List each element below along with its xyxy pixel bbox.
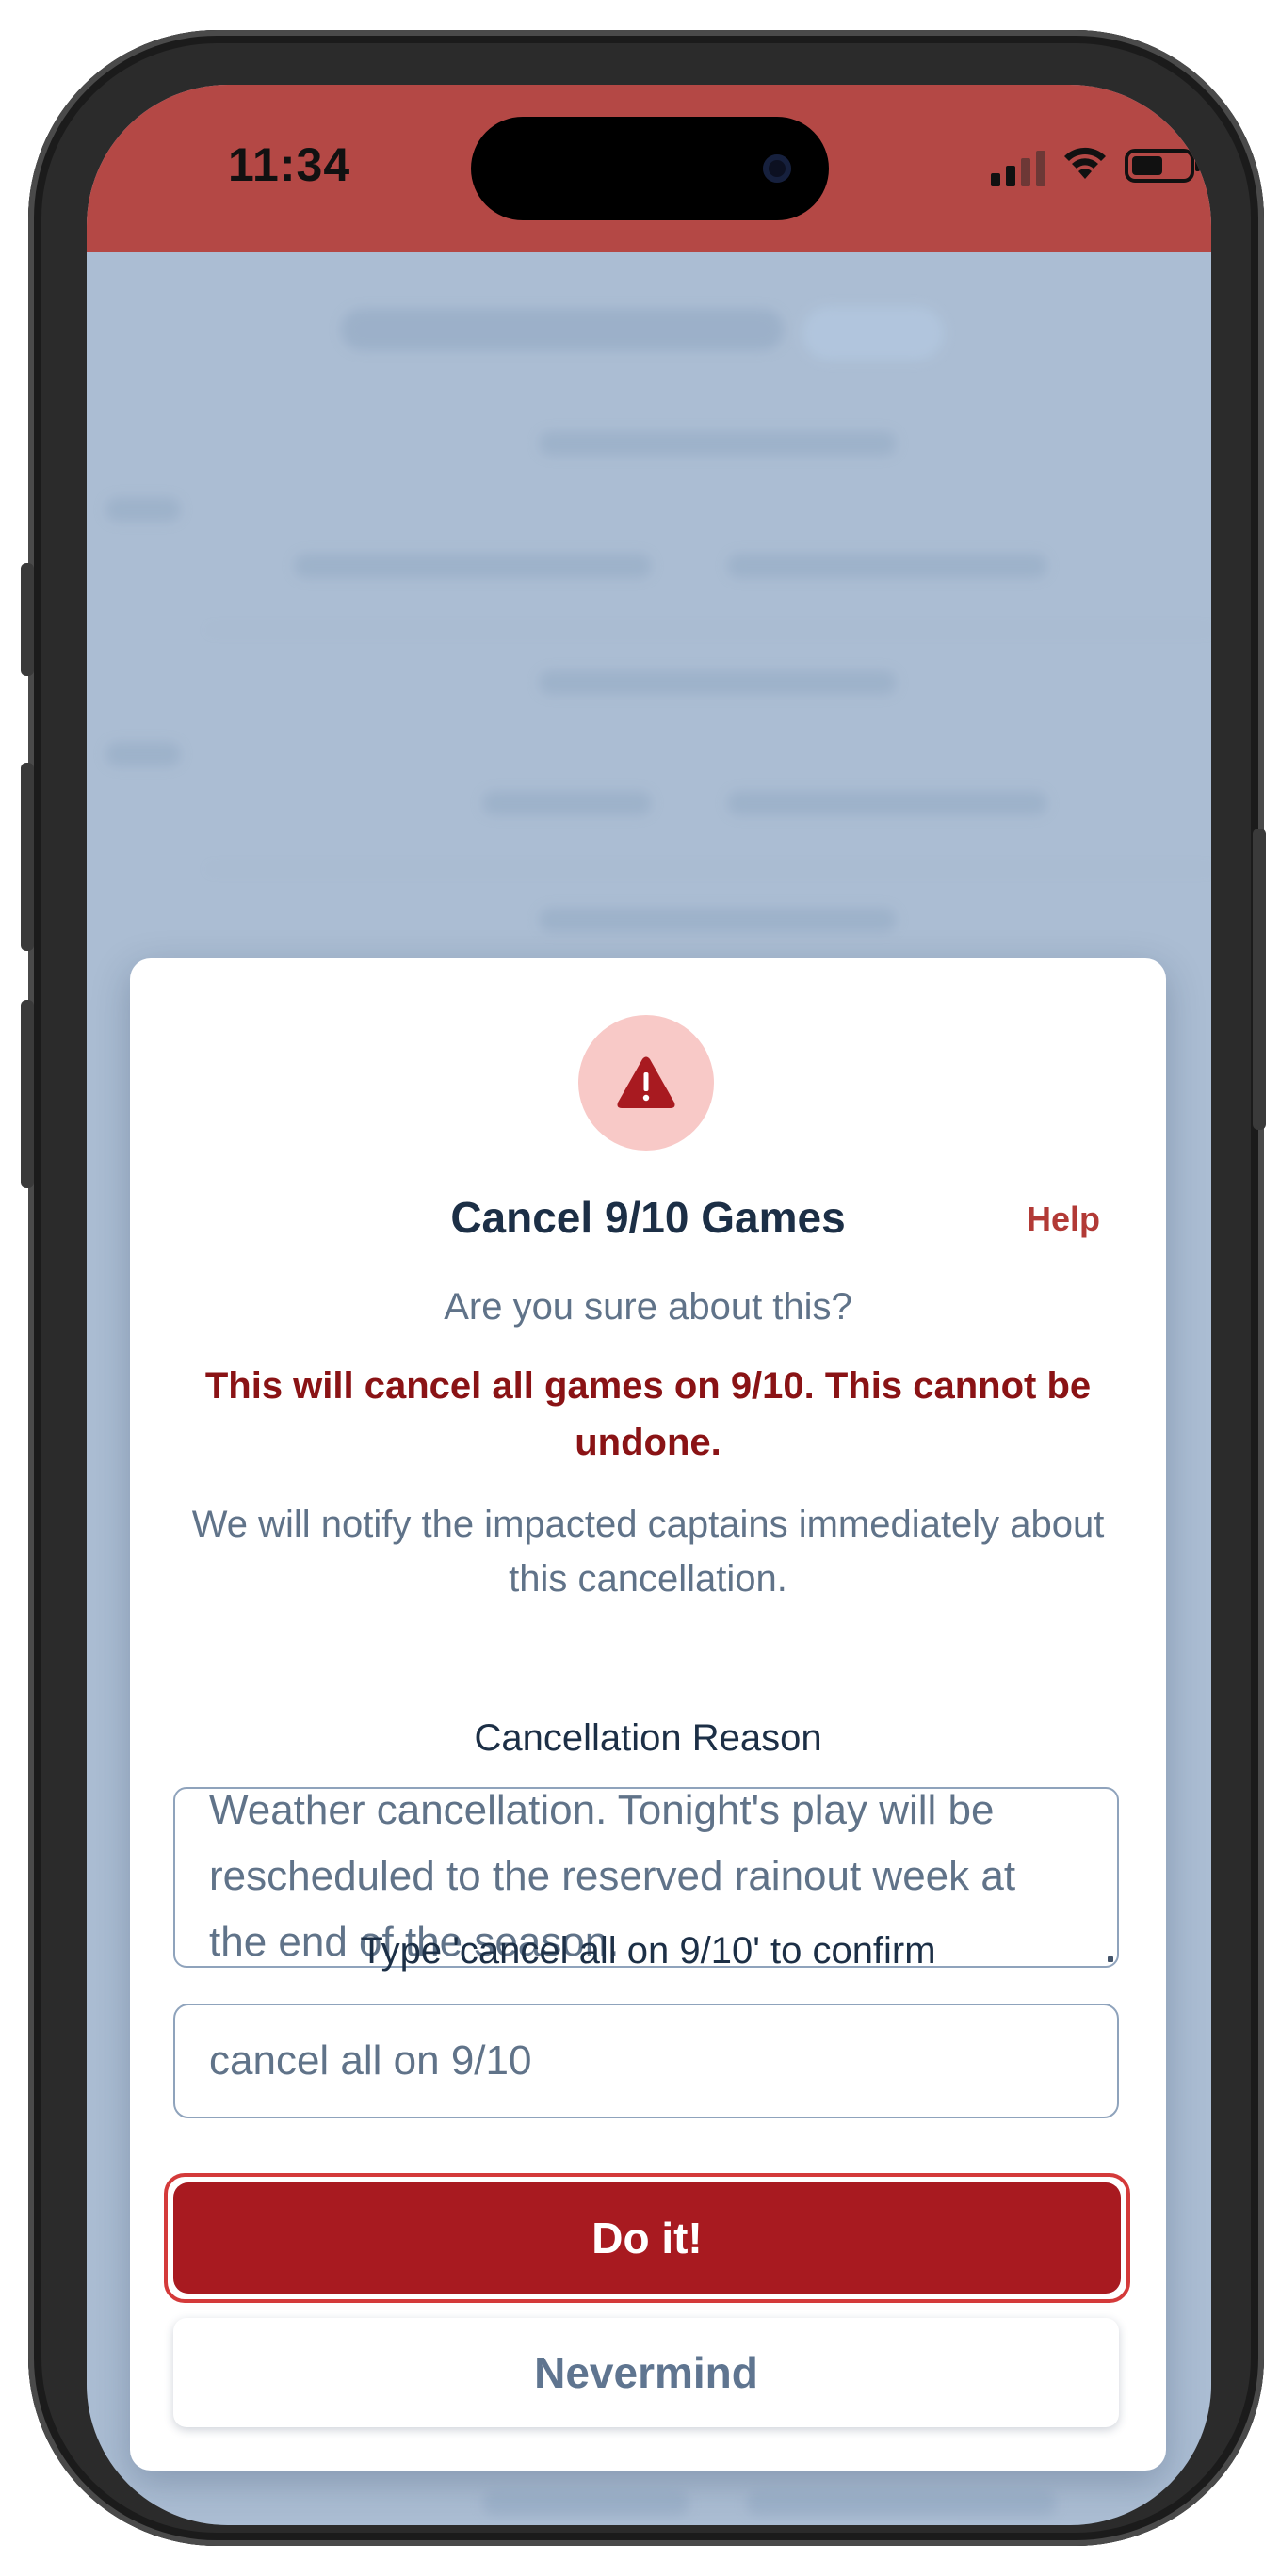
help-link[interactable]: Help <box>1027 1199 1100 1239</box>
front-camera-icon <box>763 154 791 183</box>
phone-screen: 11:34 Cancel 9/10 Games Help Are you sur… <box>87 85 1211 2525</box>
do-it-button-label: Do it! <box>173 2182 1121 2294</box>
action-button <box>21 563 34 676</box>
battery-icon <box>1125 149 1200 183</box>
power-button <box>1253 829 1266 1130</box>
wifi-icon <box>1064 147 1106 179</box>
warning-triangle-icon <box>617 1056 675 1108</box>
dialog-title: Cancel 9/10 Games <box>450 1193 846 1242</box>
nevermind-button[interactable]: Nevermind <box>173 2318 1119 2427</box>
irreversible-warning: This will cancel all games on 9/10. This… <box>204 1365 1092 1463</box>
warning-badge <box>578 1015 714 1151</box>
status-bar: 11:34 <box>87 85 1211 252</box>
dialog-subtitle: Are you sure about this? <box>444 1286 852 1328</box>
cancellation-reason-label: Cancellation Reason <box>474 1717 822 1759</box>
confirm-label: Type 'cancel all on 9/10' to confirm <box>360 1930 936 1972</box>
do-it-button[interactable]: Do it! <box>164 2173 1130 2303</box>
dynamic-island <box>471 117 829 220</box>
cancel-games-dialog: Cancel 9/10 Games Help Are you sure abou… <box>130 958 1166 2471</box>
notification-note: We will notify the impacted captains imm… <box>191 1504 1105 1600</box>
cellular-signal-icon <box>991 151 1045 186</box>
volume-down-button <box>21 1000 34 1188</box>
volume-up-button <box>21 763 34 951</box>
confirm-text-input[interactable]: cancel all on 9/10 <box>173 2004 1119 2118</box>
status-time: 11:34 <box>228 138 351 191</box>
